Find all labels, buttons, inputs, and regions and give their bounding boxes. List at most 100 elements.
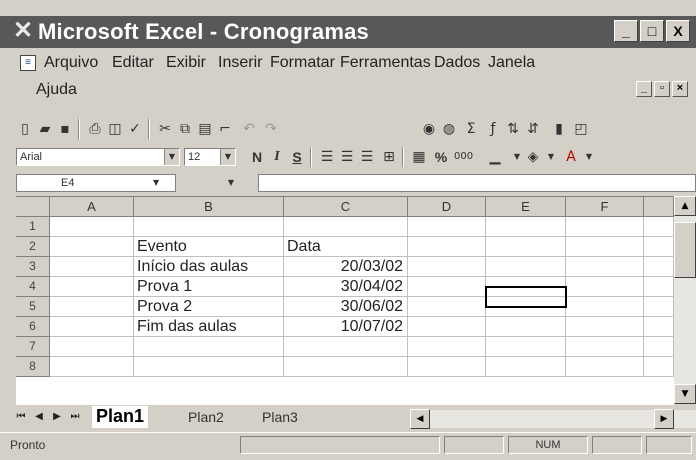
grid-cell[interactable] <box>50 237 134 257</box>
grid-cell[interactable] <box>644 277 674 297</box>
sheet-tab-plan3[interactable]: Plan3 <box>262 406 298 428</box>
grid-cell[interactable] <box>408 237 486 257</box>
font-color-icon[interactable]: A <box>562 148 580 166</box>
grid-cell[interactable] <box>50 277 134 297</box>
document-icon[interactable]: ≡ <box>20 55 36 71</box>
spelling-icon[interactable]: ✓ <box>126 120 144 138</box>
grid-cell[interactable] <box>644 357 674 377</box>
grid-cell[interactable] <box>486 217 566 237</box>
print-icon[interactable]: ⎙ <box>86 120 104 138</box>
scroll-up-icon[interactable]: ▲ <box>674 196 696 216</box>
web-toolbar-icon[interactable]: ◍ <box>440 120 458 138</box>
scroll-left-icon[interactable]: ◀ <box>410 409 430 429</box>
doc-restore-button[interactable]: ▫ <box>654 81 670 97</box>
grid-cell[interactable] <box>408 357 486 377</box>
column-header-c[interactable]: C <box>284 197 408 217</box>
active-cell-e4[interactable] <box>485 286 567 308</box>
paste-icon[interactable]: ▤ <box>196 120 214 138</box>
first-sheet-icon[interactable]: ⏮ <box>14 409 28 425</box>
cell-c5[interactable]: 30/06/02 <box>284 297 408 317</box>
chart-wizard-icon[interactable]: ▮ <box>550 120 568 138</box>
undo-icon[interactable]: ↶ <box>240 120 258 138</box>
row-header-3[interactable]: 3 <box>16 257 50 277</box>
grid-cell[interactable] <box>408 297 486 317</box>
row-header-6[interactable]: 6 <box>16 317 50 337</box>
grid-cell[interactable] <box>566 317 644 337</box>
menu-inserir[interactable]: Inserir <box>218 53 262 73</box>
autosum-icon[interactable]: Σ <box>462 120 480 138</box>
new-document-icon[interactable]: ▯ <box>16 120 34 138</box>
cell-c3[interactable]: 20/03/02 <box>284 257 408 277</box>
close-button[interactable]: X <box>666 20 690 42</box>
percent-button[interactable]: % <box>432 148 450 166</box>
column-header-b[interactable]: B <box>134 197 284 217</box>
grid-cell[interactable] <box>134 337 284 357</box>
fill-color-icon[interactable]: ◈ <box>524 148 542 166</box>
sheet-tab-plan1[interactable]: Plan1 <box>92 406 149 428</box>
format-painter-icon[interactable]: ⌐ <box>216 120 234 138</box>
cell-c4[interactable]: 30/04/02 <box>284 277 408 297</box>
next-sheet-icon[interactable]: ▶ <box>50 409 64 425</box>
cut-icon[interactable]: ✂ <box>156 120 174 138</box>
chevron-down-icon[interactable]: ▼ <box>153 175 159 191</box>
grid-cell[interactable] <box>566 297 644 317</box>
cell-b6[interactable]: Fim das aulas <box>134 317 284 337</box>
hyperlink-icon[interactable]: ◉ <box>420 120 438 138</box>
column-header-d[interactable]: D <box>408 197 486 217</box>
align-right-icon[interactable]: ☰ <box>358 148 376 166</box>
grid-cell[interactable] <box>50 217 134 237</box>
minimize-button[interactable]: _ <box>614 20 638 42</box>
grid-cell[interactable] <box>644 297 674 317</box>
grid-cell[interactable] <box>408 217 486 237</box>
chevron-down-icon[interactable]: ▼ <box>580 148 598 166</box>
grid-cell[interactable] <box>284 217 408 237</box>
grid-cell[interactable] <box>486 237 566 257</box>
title-bar[interactable]: ✕ Microsoft Excel - Cronogramas _ □ X <box>0 16 696 48</box>
sort-ascending-icon[interactable]: ⇅ <box>504 120 522 138</box>
doc-close-button[interactable]: × <box>672 81 688 97</box>
grid-cell[interactable] <box>408 257 486 277</box>
grid-cell[interactable] <box>486 357 566 377</box>
menu-ajuda[interactable]: Ajuda <box>36 80 77 100</box>
name-box[interactable]: E4 ▼ <box>16 174 176 192</box>
print-preview-icon[interactable]: ◫ <box>106 120 124 138</box>
font-size-select[interactable]: 12 ▼ <box>184 148 236 166</box>
grid-cell[interactable] <box>644 337 674 357</box>
sheet-tab-plan2[interactable]: Plan2 <box>188 406 224 428</box>
grid-cell[interactable] <box>644 257 674 277</box>
grid-cell[interactable] <box>408 277 486 297</box>
grid-cell[interactable] <box>644 317 674 337</box>
doc-minimize-button[interactable]: _ <box>636 81 652 97</box>
column-header-a[interactable]: A <box>50 197 134 217</box>
row-header-4[interactable]: 4 <box>16 277 50 297</box>
grid-cell[interactable] <box>566 217 644 237</box>
select-all-corner[interactable] <box>16 197 50 217</box>
open-folder-icon[interactable]: ▰ <box>36 120 54 138</box>
grid-cell[interactable] <box>566 277 644 297</box>
grid-cell[interactable] <box>50 357 134 377</box>
align-left-icon[interactable]: ☰ <box>318 148 336 166</box>
column-header-g[interactable] <box>644 197 674 217</box>
menu-ferramentas[interactable]: Ferramentas <box>340 53 431 73</box>
scroll-down-icon[interactable]: ▼ <box>674 384 696 404</box>
row-header-8[interactable]: 8 <box>16 357 50 377</box>
cell-b4[interactable]: Prova 1 <box>134 277 284 297</box>
grid-cell[interactable] <box>284 337 408 357</box>
cell-b3[interactable]: Início das aulas <box>134 257 284 277</box>
grid-cell[interactable] <box>50 257 134 277</box>
excel-app-icon[interactable]: ✕ <box>10 18 36 44</box>
menu-arquivo[interactable]: Arquivo <box>44 53 98 73</box>
menu-editar[interactable]: Editar <box>112 53 154 73</box>
formula-input[interactable] <box>258 174 696 192</box>
grid-cell[interactable] <box>50 317 134 337</box>
menu-formatar[interactable]: Formatar <box>270 53 335 73</box>
drawing-icon[interactable]: ◰ <box>572 120 590 138</box>
cell-c6[interactable]: 10/07/02 <box>284 317 408 337</box>
grid-cell[interactable] <box>644 237 674 257</box>
cell-b2[interactable]: Evento <box>134 237 284 257</box>
merge-center-icon[interactable]: ⊞ <box>380 148 398 166</box>
grid-cell[interactable] <box>566 357 644 377</box>
row-header-1[interactable]: 1 <box>16 217 50 237</box>
chevron-down-icon[interactable]: ▼ <box>220 149 235 165</box>
grid-cell[interactable] <box>408 317 486 337</box>
